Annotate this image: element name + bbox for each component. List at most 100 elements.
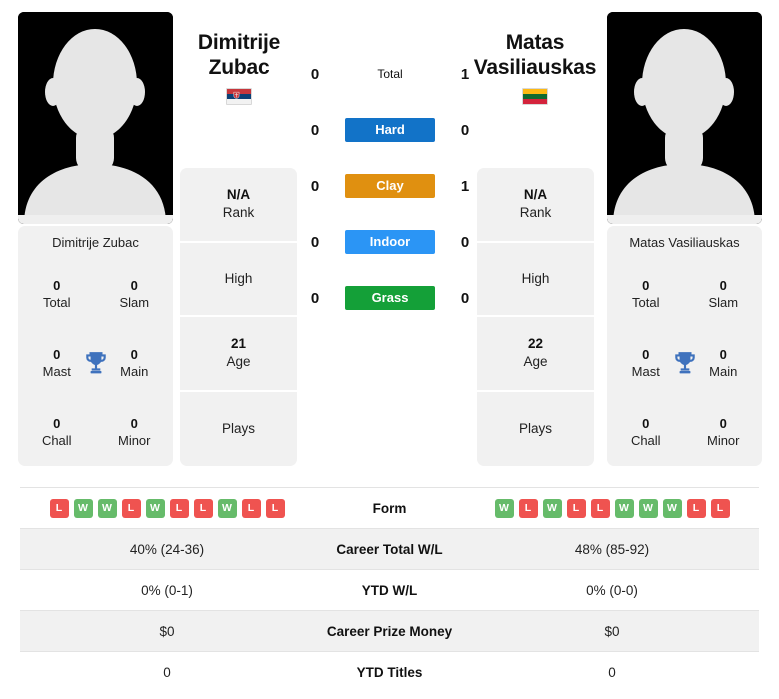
row-label: Career Total W/L [336,541,443,557]
info-cell-rank: N/A Rank [477,168,594,243]
titles-label: Chall [41,432,72,448]
titles-cell-total: 0 Total [607,260,685,329]
h2h-surface-badge-grass[interactable]: Grass [345,286,435,310]
titles-label: Minor [117,432,151,448]
player-avatar-placeholder-icon [18,12,173,224]
form-badge-l[interactable]: L [518,498,538,518]
table-row: LWWLWLLWLL Form WLWLLWWWLL [20,487,759,529]
titles-label: Slam [708,295,739,311]
h2h-surface-badge-indoor[interactable]: Indoor [345,230,435,254]
panel-player-name: Dimitrije Zubac [52,235,139,250]
form-badge-l[interactable]: L [169,498,189,518]
form-badge-l[interactable]: L [710,498,730,518]
info-label: Plays [518,420,552,436]
titles-cell-minor: 0 Minor [96,397,174,466]
form-badge-w[interactable]: W [97,498,117,518]
player-first-name: Matas [505,31,565,54]
row-value-left: 40% (24-36) [129,541,205,557]
row-label: YTD W/L [361,582,418,598]
h2h-right-score: 0 [460,289,470,307]
comparison-header: Dimitrije Zubac Matas Vasiliauskas 0 Tot… [0,0,779,470]
info-label: Age [523,354,548,370]
titles-cell-chall: 0 Chall [607,397,685,466]
avatar[interactable] [607,12,762,224]
titles-cell-minor: 0 Minor [685,397,763,466]
form-badge-w[interactable]: W [638,498,658,518]
form-badge-l[interactable]: L [686,498,706,518]
form-badge-l[interactable]: L [241,498,261,518]
h2h-surface-label: Total [377,67,403,81]
form-strip-right: WLWLLWWWLL [465,498,759,518]
titles-panel-left: Dimitrije Zubac 0 Total 0 Slam 0 Mast 0 … [18,226,173,466]
trophy-icon [672,350,698,376]
titles-label: Minor [706,432,740,448]
h2h-row-indoor: 0 Indoor 0 [300,228,480,256]
form-badge-w[interactable]: W [494,498,514,518]
row-value-left: $0 [159,623,175,639]
info-cell-age: 22 Age [477,317,594,392]
h2h-surface-badge-clay[interactable]: Clay [345,174,435,198]
info-label: Rank [222,205,255,221]
form-badge-w[interactable]: W [614,498,634,518]
form-badge-w[interactable]: W [662,498,682,518]
info-cell-high: High [477,243,594,317]
row-value-left: 0 [163,664,171,680]
row-value-right: 0% (0-0) [586,582,638,598]
info-cell-age: 21 Age [180,317,297,392]
info-cell-plays: Plays [477,392,594,467]
form-badge-l[interactable]: L [590,498,610,518]
h2h-left-score: 0 [310,177,320,195]
info-panel-right: N/A Rank High 22 Age Plays [477,168,594,466]
form-badge-w[interactable]: W [73,498,93,518]
info-cell-plays: Plays [180,392,297,467]
form-badge-l[interactable]: L [265,498,285,518]
info-label: Rank [519,205,552,221]
form-badge-l[interactable]: L [121,498,141,518]
titles-value: 0 [130,278,138,294]
titles-grid: 0 Total 0 Slam 0 Mast 0 Main 0 Chall 0 M… [18,260,173,466]
titles-cell-total: 0 Total [18,260,96,329]
info-value: 22 [527,336,544,352]
form-cell-right: WLWLLWWWLL [465,488,759,529]
info-label: Age [226,354,251,370]
info-cell-rank: N/A Rank [180,168,297,243]
row-value-right: 48% (85-92) [574,541,650,557]
h2h-right-score: 1 [460,65,470,83]
titles-value: 0 [642,278,650,294]
form-badge-l[interactable]: L [566,498,586,518]
avatar[interactable] [18,12,173,224]
row-label: Career Prize Money [326,623,453,639]
form-badge-l[interactable]: L [49,498,69,518]
titles-cell-slam: 0 Slam [685,260,763,329]
titles-grid: 0 Total 0 Slam 0 Mast 0 Main 0 Chall 0 M… [607,260,762,466]
info-label: Plays [221,420,255,436]
h2h-left-score: 0 [310,65,320,83]
h2h-row-grass: 0 Grass 0 [300,284,480,312]
player-first-name: Dimitrije [197,31,281,54]
titles-value: 0 [719,278,727,294]
h2h-row-total: 0 Total 1 [300,60,480,88]
player-comparison-page: Dimitrije Zubac Matas Vasiliauskas 0 Tot… [0,0,779,699]
form-badge-l[interactable]: L [193,498,213,518]
form-badge-w[interactable]: W [542,498,562,518]
info-value: N/A [523,187,548,203]
info-label: High [521,270,550,286]
table-row: 0 YTD Titles 0 [20,651,759,693]
titles-label: Total [43,295,71,311]
row-label: Form [372,500,407,516]
h2h-surface-badge-hard[interactable]: Hard [345,118,435,142]
info-value: N/A [226,187,251,203]
info-value: 21 [230,336,247,352]
titles-value: 0 [642,415,650,431]
head-to-head-column: 0 Total 1 0 Hard 0 0 Clay 1 0 Indoor 0 0 [300,60,480,340]
h2h-left-score: 0 [310,233,320,251]
h2h-right-score: 0 [460,233,470,251]
player-avatar-placeholder-icon [607,12,762,224]
form-badge-w[interactable]: W [217,498,237,518]
form-badge-w[interactable]: W [145,498,165,518]
serbia-flag-icon [226,88,252,105]
row-value-right: $0 [604,623,620,639]
h2h-row-clay: 0 Clay 1 [300,172,480,200]
titles-value: 0 [130,415,138,431]
info-cell-high: High [180,243,297,317]
